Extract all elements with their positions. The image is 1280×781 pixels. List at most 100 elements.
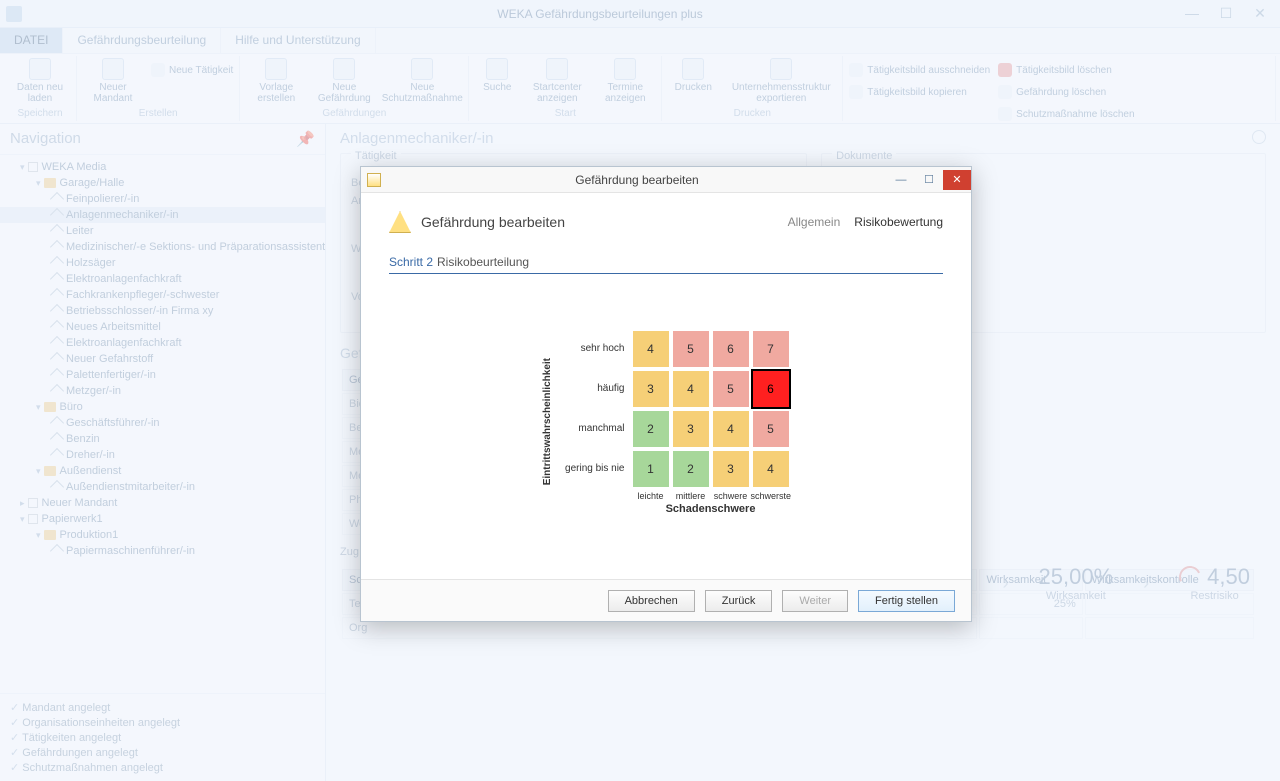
modal-heading: Gefährdung bearbeiten: [421, 214, 778, 230]
modal-minimize[interactable]: —: [887, 170, 915, 190]
tree-item[interactable]: Dreher/-in: [0, 447, 325, 463]
matrix-cell[interactable]: 3: [671, 409, 711, 449]
ribbon-neue-gefahrdung[interactable]: Neue Gefährdung: [314, 58, 374, 104]
tree-item[interactable]: Betriebsschlosser/-in Firma xy: [0, 303, 325, 319]
tree-item[interactable]: Elektroanlagenfachkraft: [0, 335, 325, 351]
ribbon-drucken[interactable]: Drucken: [668, 58, 718, 93]
gauge-icon: [1176, 563, 1204, 591]
close-icon[interactable]: ✕: [1250, 5, 1270, 22]
modal-dialog: Gefährdung bearbeiten — ☐ ✕ Gefährdung b…: [360, 166, 972, 622]
maximize-icon[interactable]: ☐: [1216, 5, 1236, 22]
tree-garage[interactable]: Garage/Halle: [0, 175, 325, 191]
matrix-row-label: sehr hoch: [561, 343, 631, 354]
pin-icon[interactable]: 📌: [296, 130, 315, 148]
kpi-row: 6Risiko › 25,00%Wirksamkeit › 4,50Restri…: [932, 564, 1250, 602]
ribbon-tb-cut[interactable]: Tätigkeitsbild ausschneiden: [849, 60, 990, 80]
minimize-icon[interactable]: —: [1182, 5, 1202, 22]
ribbon-group-start-label: Start: [475, 108, 655, 121]
app-logo-icon: [6, 6, 22, 22]
next-button: Weiter: [782, 590, 848, 612]
modal-tab-risiko[interactable]: Risikobewertung: [854, 215, 943, 229]
warning-icon: [333, 58, 355, 80]
menubar: DATEI Gefährdungsbeurteilung Hilfe und U…: [0, 28, 1280, 54]
matrix-cell[interactable]: 5: [671, 329, 711, 369]
matrix-cell[interactable]: 2: [631, 409, 671, 449]
check-mandant: Mandant angelegt: [10, 700, 315, 715]
menu-tab-gbu[interactable]: Gefährdungsbeurteilung: [63, 28, 221, 53]
back-button[interactable]: Zurück: [705, 590, 773, 612]
tree-item[interactable]: Fachkrankenpfleger/-schwester: [0, 287, 325, 303]
ribbon-neuer-mandant[interactable]: Neuer Mandant: [83, 58, 143, 104]
print-icon: [682, 58, 704, 80]
tree-aussen[interactable]: Außendienst: [0, 463, 325, 479]
modal-warning-icon: [367, 173, 381, 187]
ribbon-vorlage[interactable]: Vorlage erstellen: [246, 58, 306, 104]
matrix-cell[interactable]: 5: [751, 409, 791, 449]
panel-tatigkeit-label: Tätigkeit: [351, 150, 401, 162]
tree-item[interactable]: Papiermaschinenführer/-in: [0, 543, 325, 559]
tree-item[interactable]: Außendienstmitarbeiter/-in: [0, 479, 325, 495]
menu-tab-help[interactable]: Hilfe und Unterstützung: [221, 28, 375, 53]
add-icon: [151, 63, 165, 77]
content-search-icon[interactable]: [1252, 130, 1266, 144]
tree-item[interactable]: Anlagenmechaniker/-in: [0, 207, 325, 223]
tree-mandant2[interactable]: Neuer Mandant: [0, 495, 325, 511]
matrix-cell[interactable]: 1: [631, 449, 671, 489]
tree-root[interactable]: WEKA Media: [0, 159, 325, 175]
ribbon-reload[interactable]: Daten neu laden: [10, 58, 70, 104]
matrix-ylabel: Eintrittswahrscheinlichkeit: [542, 358, 553, 485]
modal-maximize[interactable]: ☐: [915, 170, 943, 190]
finish-button[interactable]: Fertig stellen: [858, 590, 955, 612]
matrix-cell[interactable]: 3: [631, 369, 671, 409]
window-title: WEKA Gefährdungsbeurteilungen plus: [28, 7, 1172, 21]
ribbon-suche[interactable]: Suche: [475, 58, 519, 93]
ribbon-termine[interactable]: Termine anzeigen: [595, 58, 655, 104]
tree-item[interactable]: Feinpolierer/-in: [0, 191, 325, 207]
ribbon-neue-tatigkeit[interactable]: Neue Tätigkeit: [151, 60, 233, 80]
ribbon-group-save-label: Speichern: [10, 108, 70, 121]
matrix-cell[interactable]: 6: [751, 369, 791, 409]
tree-item[interactable]: Palettenfertiger/-in: [0, 367, 325, 383]
matrix-cell[interactable]: 2: [671, 449, 711, 489]
modal-close[interactable]: ✕: [943, 170, 971, 190]
shield-icon: [411, 58, 433, 80]
ribbon-export[interactable]: Unternehmensstruktur exportieren: [726, 58, 836, 104]
matrix-cell[interactable]: 4: [751, 449, 791, 489]
window-titlebar: WEKA Gefährdungsbeurteilungen plus — ☐ ✕: [0, 0, 1280, 28]
tree-prod[interactable]: Produktion1: [0, 527, 325, 543]
tree-item[interactable]: Holzsäger: [0, 255, 325, 271]
modal-titlebar: Gefährdung bearbeiten — ☐ ✕: [361, 167, 971, 193]
ribbon-tb-copy[interactable]: Tätigkeitsbild kopieren: [849, 82, 990, 102]
matrix-cell[interactable]: 5: [711, 369, 751, 409]
matrix-cell[interactable]: 4: [671, 369, 711, 409]
ribbon-tb-delete[interactable]: Tätigkeitsbild löschen: [998, 60, 1134, 80]
cancel-button[interactable]: Abbrechen: [608, 590, 695, 612]
tree-item[interactable]: Leiter: [0, 223, 325, 239]
check-org: Organisationseinheiten angelegt: [10, 715, 315, 730]
matrix-cell[interactable]: 4: [631, 329, 671, 369]
delete-icon: [998, 63, 1012, 77]
tree-buro[interactable]: Büro: [0, 399, 325, 415]
tree-item[interactable]: Medizinischer/-e Sektions- und Präparati…: [0, 239, 325, 255]
ribbon-schutz-delete[interactable]: Schutzmaßnahme löschen: [998, 104, 1134, 124]
modal-title: Gefährdung bearbeiten: [387, 173, 887, 187]
tree-item[interactable]: Geschäftsführer/-in: [0, 415, 325, 431]
tree-item[interactable]: Neues Arbeitsmittel: [0, 319, 325, 335]
ribbon-gef-delete[interactable]: Gefährdung löschen: [998, 82, 1134, 102]
ribbon-startcenter[interactable]: Startcenter anzeigen: [527, 58, 587, 104]
menu-file[interactable]: DATEI: [0, 28, 63, 53]
tree-item[interactable]: Metzger/-in: [0, 383, 325, 399]
matrix-cell[interactable]: 3: [711, 449, 751, 489]
tree-item[interactable]: Elektroanlagenfachkraft: [0, 271, 325, 287]
matrix-cell[interactable]: 6: [711, 329, 751, 369]
ribbon-neue-schutz[interactable]: Neue Schutzmaßnahme: [382, 58, 462, 104]
modal-footer: Abbrechen Zurück Weiter Fertig stellen: [361, 579, 971, 621]
tree-item[interactable]: Benzin: [0, 431, 325, 447]
modal-tab-allgemein[interactable]: Allgemein: [788, 215, 841, 229]
tree-item[interactable]: Neuer Gefahrstoff: [0, 351, 325, 367]
tree-papier[interactable]: Papierwerk1: [0, 511, 325, 527]
matrix-cell[interactable]: 7: [751, 329, 791, 369]
matrix-cell[interactable]: 4: [711, 409, 751, 449]
navigation-pane: Navigation📌 WEKA Media Garage/Halle Fein…: [0, 124, 326, 781]
content-title: Anlagenmechaniker/-in: [340, 130, 493, 147]
